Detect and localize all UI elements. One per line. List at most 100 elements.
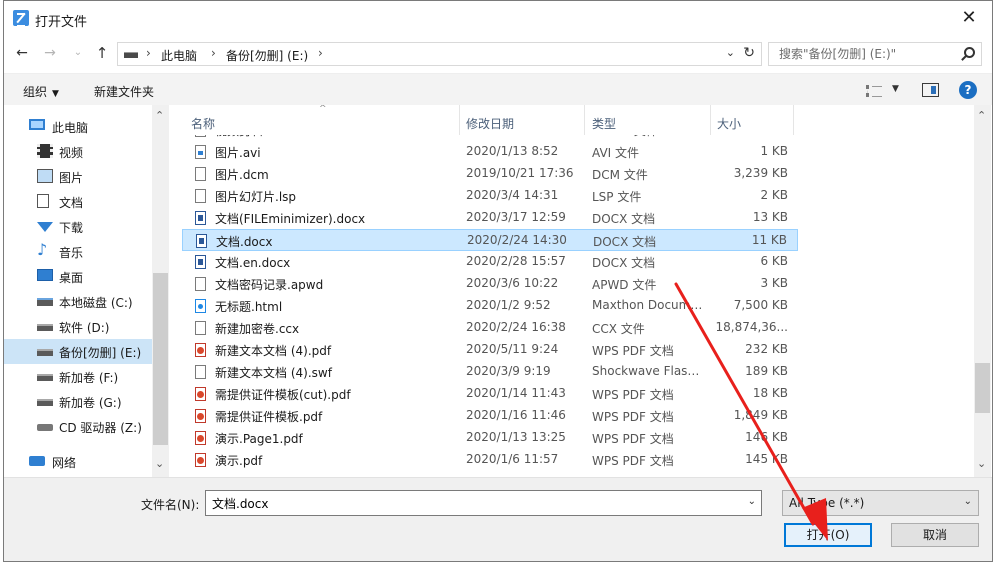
breadcrumb-separator[interactable]: › xyxy=(211,46,216,60)
file-date: 2020/1/13 13:25 xyxy=(466,430,566,444)
file-list-scroll-thumb[interactable] xyxy=(975,363,990,413)
column-header-row: 名称 ^ 修改日期 类型 大小 xyxy=(174,105,974,135)
file-name: 需提供证件模板.pdf xyxy=(215,410,323,424)
scroll-up-icon[interactable]: ⌃ xyxy=(977,109,986,122)
scroll-down-icon[interactable]: ⌄ xyxy=(977,457,986,470)
help-icon[interactable]: ? xyxy=(959,81,977,99)
file-icon xyxy=(195,167,206,181)
sidebar-item[interactable]: ♪ 音乐 xyxy=(4,239,152,264)
chevron-down-icon[interactable]: ⌄ xyxy=(748,496,756,507)
file-row[interactable]: 图片幻灯片.lsp 2020/3/4 14:31 LSP 文件 2 KB xyxy=(182,185,798,207)
change-view-button[interactable]: ▼ xyxy=(866,82,904,100)
sidebar-item[interactable]: 备份[勿删] (E:) xyxy=(4,339,152,364)
file-icon xyxy=(195,277,206,291)
pc-icon xyxy=(29,119,45,130)
cancel-button[interactable]: 取消 xyxy=(891,523,979,547)
sidebar-item-label: 图片 xyxy=(59,171,84,185)
sidebar-item-label: 音乐 xyxy=(59,246,84,260)
file-row[interactable]: 新建文本文档 (4).swf 2020/3/9 9:19 Shockwave Fla… xyxy=(182,361,798,383)
sidebar-item[interactable]: 新加卷 (G:) xyxy=(4,389,152,414)
file-row[interactable]: 新建加密卷.ccx 2020/2/24 16:38 CCX 文件 18,874,36.… xyxy=(182,317,798,339)
navigation-pane: 此电脑 视频图片文档 下载 ♪ 音乐桌面本地磁盘 (C:) 软件 (D:) 备份[勿删] (… xyxy=(4,105,172,477)
system-disk-icon xyxy=(37,298,53,306)
navigation-scroll-thumb[interactable] xyxy=(153,273,168,445)
disk-icon xyxy=(37,399,53,406)
scroll-down-icon[interactable]: ⌄ xyxy=(155,457,164,470)
dialog-footer: 文件名(N): ⌄ All Type (*.*) ⌄ 打开(O) 取消 xyxy=(4,477,992,561)
open-button[interactable]: 打开(O) xyxy=(784,523,872,547)
downloads-icon xyxy=(37,222,53,232)
sidebar-item[interactable]: CD 驱动器 (Z:) xyxy=(4,414,152,439)
organize-label: 组织 xyxy=(23,85,48,99)
new-folder-button[interactable]: 新建文件夹 xyxy=(94,83,154,100)
sidebar-item[interactable]: 下载 xyxy=(4,214,152,239)
file-date: 2020/1/14 11:43 xyxy=(466,386,566,400)
file-list: 视频剪辑.webm 2020/2/28 10:00 WEBM 文件 4,696 KB 图… xyxy=(174,135,974,477)
column-divider[interactable] xyxy=(584,105,585,135)
search-icon[interactable] xyxy=(964,47,975,58)
sidebar-item[interactable]: 文档 xyxy=(4,189,152,214)
recent-locations-button[interactable]: ⌄ xyxy=(68,43,88,63)
disk-icon xyxy=(37,349,53,356)
forward-button[interactable]: → xyxy=(40,43,60,63)
column-header-date[interactable]: 修改日期 xyxy=(466,115,514,132)
disk-icon xyxy=(37,374,53,381)
file-type: APWD 文件 xyxy=(592,278,657,292)
sidebar-item[interactable]: 此电脑 xyxy=(4,114,152,139)
sidebar-item[interactable]: 图片 xyxy=(4,164,152,189)
sidebar-item-label: 软件 (D:) xyxy=(59,321,110,335)
file-type-select[interactable]: All Type (*.*) ⌄ xyxy=(782,490,979,516)
sidebar-item[interactable]: 软件 (D:) xyxy=(4,314,152,339)
file-row[interactable]: 演示.Page1.pdf 2020/1/13 13:25 WPS PDF 文档 146… xyxy=(182,427,798,449)
address-bar[interactable]: › 此电脑 › 备份[勿删] (E:) › ⌄ ↻ xyxy=(117,42,762,66)
column-header-type[interactable]: 类型 xyxy=(592,115,616,132)
breadcrumb-separator[interactable]: › xyxy=(146,46,151,60)
close-button[interactable]: ✕ xyxy=(946,1,992,35)
refresh-button[interactable]: ↻ xyxy=(743,45,755,61)
up-folder-button[interactable]: ↑ xyxy=(92,43,112,63)
file-size: 1 KB xyxy=(760,144,788,158)
breadcrumb-drive-e[interactable]: 备份[勿删] (E:) xyxy=(226,47,308,64)
file-list-scrollbar[interactable] xyxy=(974,105,991,477)
file-row[interactable]: 需提供证件模板(cut).pdf 2020/1/14 11:43 WPS PDF 文… xyxy=(182,383,798,405)
file-row[interactable]: 图片.avi 2020/1/13 8:52 AVI 文件 1 KB xyxy=(182,141,798,163)
filename-label: 文件名(N): xyxy=(141,498,200,512)
breadcrumb-this-pc[interactable]: 此电脑 xyxy=(161,47,197,64)
search-input[interactable] xyxy=(769,43,959,65)
address-history-dropdown-icon[interactable]: ⌄ xyxy=(726,46,735,59)
filename-input[interactable] xyxy=(206,491,736,515)
file-type: WPS PDF 文档 xyxy=(592,432,674,446)
desktop-icon xyxy=(37,269,53,281)
sidebar-item-label: 桌面 xyxy=(59,271,84,285)
file-row[interactable]: 演示.pdf 2020/1/6 11:57 WPS PDF 文档 145 KB xyxy=(182,449,798,471)
back-button[interactable]: ← xyxy=(12,43,32,63)
column-header-size[interactable]: 大小 xyxy=(717,115,741,132)
file-row[interactable]: 文档.docx 2020/2/24 14:30 DOCX 文档 11 KB xyxy=(182,229,798,251)
sidebar-item[interactable]: 视频 xyxy=(4,139,152,164)
sidebar-item[interactable]: 桌面 xyxy=(4,264,152,289)
sidebar-item[interactable]: 本地磁盘 (C:) xyxy=(4,289,152,314)
column-divider[interactable] xyxy=(793,105,794,135)
file-size: 3 KB xyxy=(760,276,788,290)
file-row[interactable]: 无标题.html 2020/1/2 9:52 Maxthon Document 7,5… xyxy=(182,295,798,317)
column-divider[interactable] xyxy=(459,105,460,135)
breadcrumb-separator[interactable]: › xyxy=(318,46,323,60)
file-row[interactable]: 新建文本文档 (4).pdf 2020/5/11 9:24 WPS PDF 文档 23… xyxy=(182,339,798,361)
sidebar-item[interactable]: 新加卷 (F:) xyxy=(4,364,152,389)
column-divider[interactable] xyxy=(710,105,711,135)
sidebar-item[interactable]: 网络 xyxy=(4,449,152,474)
column-header-name[interactable]: 名称 xyxy=(191,115,215,132)
organize-button[interactable]: 组织 ▼ xyxy=(23,83,59,100)
file-row[interactable]: 需提供证件模板.pdf 2020/1/16 11:46 WPS PDF 文档 1,84… xyxy=(182,405,798,427)
preview-pane-icon[interactable] xyxy=(922,83,939,97)
file-row[interactable]: 文档(FILEminimizer).docx 2020/3/17 12:59 DOC… xyxy=(182,207,798,229)
file-row[interactable]: 文档.en.docx 2020/2/28 15:57 DOCX 文档 6 KB xyxy=(182,251,798,273)
file-row[interactable]: 图片.dcm 2019/10/21 17:36 DCM 文件 3,239 KB xyxy=(182,163,798,185)
file-name: 新建加密卷.ccx xyxy=(215,322,300,336)
file-name: 图片.avi xyxy=(215,146,261,160)
file-name: 无标题.html xyxy=(215,300,283,314)
scroll-up-icon[interactable]: ⌃ xyxy=(155,109,164,122)
file-row[interactable]: 文档密码记录.apwd 2020/3/6 10:22 APWD 文件 3 KB xyxy=(182,273,798,295)
file-type: WPS PDF 文档 xyxy=(592,454,674,468)
file-size: 146 KB xyxy=(745,430,788,444)
